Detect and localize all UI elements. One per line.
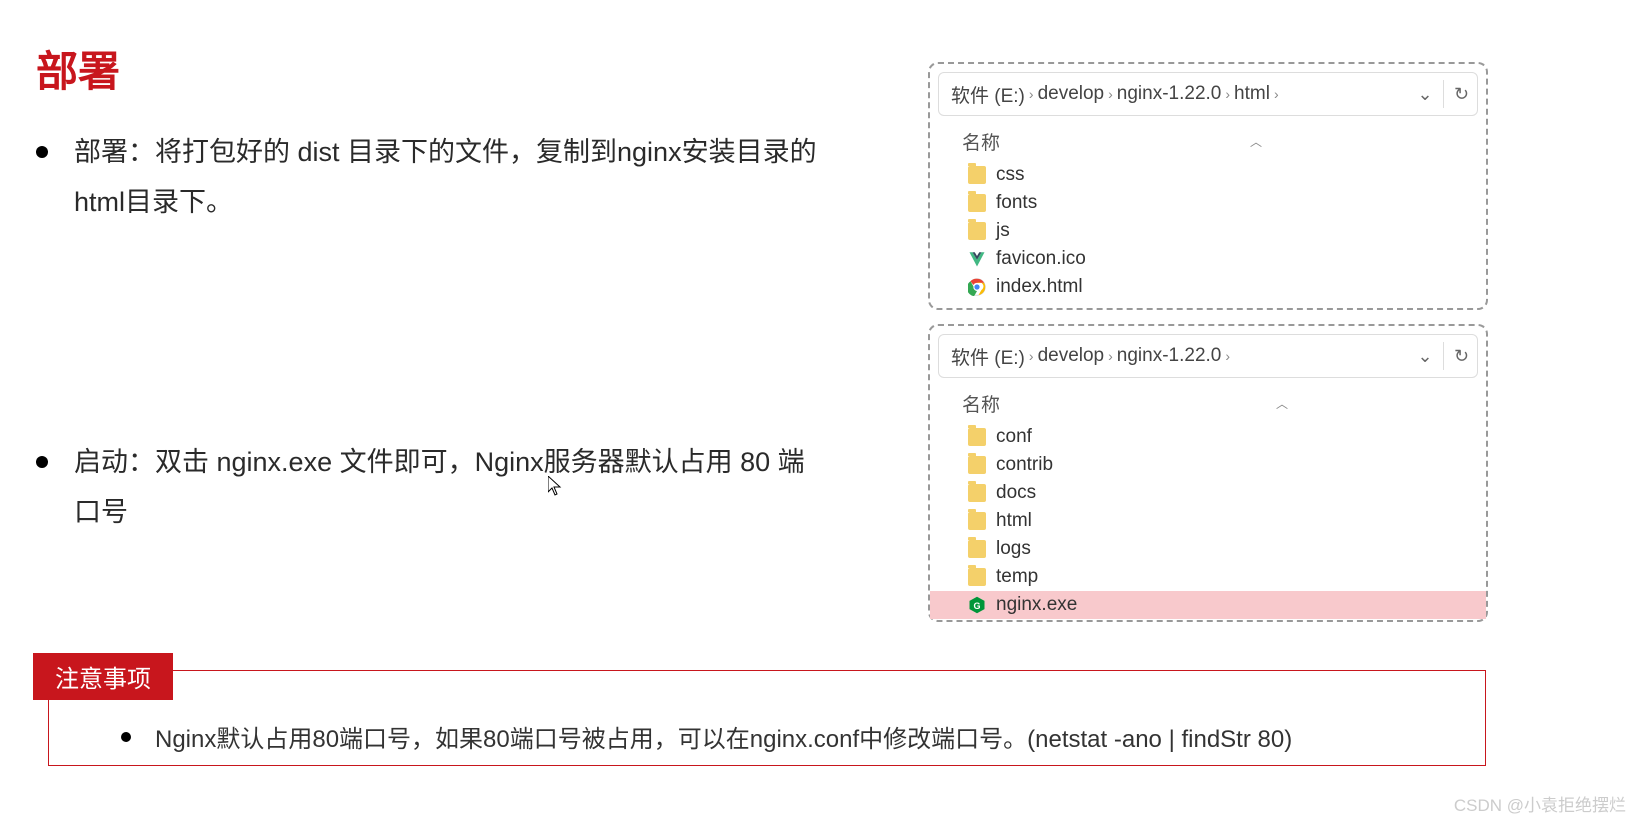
chrome-icon [968, 278, 986, 296]
breadcrumb-segment[interactable]: 软件 (E:) [951, 343, 1025, 370]
bullet-dot [36, 456, 48, 468]
bullet-item: 部署：将打包好的 dist 目录下的文件，复制到nginx安装目录的html目录… [36, 128, 826, 228]
breadcrumb-segment[interactable]: nginx-1.22.0 [1117, 83, 1222, 105]
folder-icon [968, 456, 986, 474]
file-row[interactable]: fonts [962, 189, 1486, 217]
file-name: logs [996, 538, 1031, 560]
column-name-label: 名称 [962, 390, 1000, 417]
column-header[interactable]: 名称 ︿ [930, 386, 1486, 423]
bullet-item: 启动：双击 nginx.exe 文件即可，Nginx服务器默认占用 80 端口号 [36, 438, 826, 538]
file-row[interactable]: docs [962, 479, 1486, 507]
vue-icon [968, 250, 986, 268]
chevron-right-icon: › [1274, 86, 1279, 102]
file-row[interactable]: html [962, 507, 1486, 535]
notice-box: 注意事项 Nginx默认占用80端口号，如果80端口号被占用，可以在nginx.… [48, 670, 1486, 766]
file-explorer-root: 软件 (E:)› develop› nginx-1.22.0› ⌄ ↻ 名称 ︿… [928, 324, 1488, 622]
folder-icon [968, 428, 986, 446]
page-title: 部署 [36, 38, 120, 99]
file-name: js [996, 220, 1010, 242]
folder-icon [968, 540, 986, 558]
bullet-dot [36, 146, 48, 158]
breadcrumb[interactable]: 软件 (E:)› develop› nginx-1.22.0› [945, 343, 1411, 370]
file-row[interactable]: js [962, 217, 1486, 245]
file-name: docs [996, 482, 1036, 504]
file-list: css fonts js favicon.ico index.html [930, 161, 1486, 301]
breadcrumb-segment[interactable]: html [1234, 83, 1270, 105]
file-name: css [996, 164, 1025, 186]
sort-arrow-icon: ︿ [1276, 395, 1288, 412]
file-name: conf [996, 426, 1032, 448]
chevron-right-icon: › [1108, 348, 1113, 364]
chevron-right-icon: › [1225, 86, 1230, 102]
chevron-right-icon: › [1029, 348, 1034, 364]
chevron-right-icon: › [1108, 86, 1113, 102]
file-row[interactable]: contrib [962, 451, 1486, 479]
chevron-down-icon[interactable]: ⌄ [1411, 80, 1439, 108]
file-row[interactable]: conf [962, 423, 1486, 451]
folder-icon [968, 484, 986, 502]
breadcrumb-segment[interactable]: develop [1038, 345, 1105, 367]
refresh-icon[interactable]: ↻ [1443, 80, 1471, 108]
file-explorer-html: 软件 (E:)› develop› nginx-1.22.0› html› ⌄ … [928, 62, 1488, 310]
notice-tag: 注意事项 [33, 653, 173, 700]
file-row[interactable]: index.html [962, 273, 1486, 301]
file-name: temp [996, 566, 1038, 588]
sort-arrow-icon: ︿ [1250, 133, 1262, 150]
bullet-text: 部署：将打包好的 dist 目录下的文件，复制到nginx安装目录的html目录… [74, 128, 826, 228]
notice-content: Nginx默认占用80端口号，如果80端口号被占用，可以在nginx.conf中… [49, 671, 1485, 754]
breadcrumb-bar: 软件 (E:)› develop› nginx-1.22.0› html› ⌄ … [938, 72, 1478, 116]
file-row[interactable]: temp [962, 563, 1486, 591]
chevron-right-icon: › [1225, 348, 1230, 364]
column-header[interactable]: 名称 ︿ [930, 124, 1486, 161]
column-name-label: 名称 [962, 128, 1000, 155]
folder-icon [968, 222, 986, 240]
notice-text: Nginx默认占用80端口号，如果80端口号被占用，可以在nginx.conf中… [155, 719, 1292, 754]
breadcrumb-segment[interactable]: develop [1038, 83, 1105, 105]
file-row[interactable]: logs [962, 535, 1486, 563]
file-row[interactable]: Gnginx.exe [930, 591, 1486, 619]
breadcrumb[interactable]: 软件 (E:)› develop› nginx-1.22.0› html› [945, 81, 1411, 108]
file-name: html [996, 510, 1032, 532]
file-name: index.html [996, 276, 1083, 298]
refresh-icon[interactable]: ↻ [1443, 342, 1471, 370]
folder-icon [968, 166, 986, 184]
breadcrumb-bar: 软件 (E:)› develop› nginx-1.22.0› ⌄ ↻ [938, 334, 1478, 378]
nginx-icon: G [968, 596, 986, 614]
file-name: contrib [996, 454, 1053, 476]
file-row[interactable]: css [962, 161, 1486, 189]
file-list: conf contrib docs html logs temp Gnginx.exe [930, 423, 1486, 619]
folder-icon [968, 194, 986, 212]
watermark: CSDN @小袁拒绝摆烂 [1454, 791, 1626, 816]
file-row[interactable]: favicon.ico [962, 245, 1486, 273]
svg-text:G: G [973, 601, 980, 611]
file-name: nginx.exe [996, 594, 1077, 616]
bullet-text: 启动：双击 nginx.exe 文件即可，Nginx服务器默认占用 80 端口号 [74, 438, 826, 538]
folder-icon [968, 568, 986, 586]
breadcrumb-segment[interactable]: 软件 (E:) [951, 81, 1025, 108]
folder-icon [968, 512, 986, 530]
chevron-down-icon[interactable]: ⌄ [1411, 342, 1439, 370]
chevron-right-icon: › [1029, 86, 1034, 102]
breadcrumb-segment[interactable]: nginx-1.22.0 [1117, 345, 1222, 367]
file-name: fonts [996, 192, 1037, 214]
bullet-dot [121, 732, 131, 742]
file-name: favicon.ico [996, 248, 1086, 270]
